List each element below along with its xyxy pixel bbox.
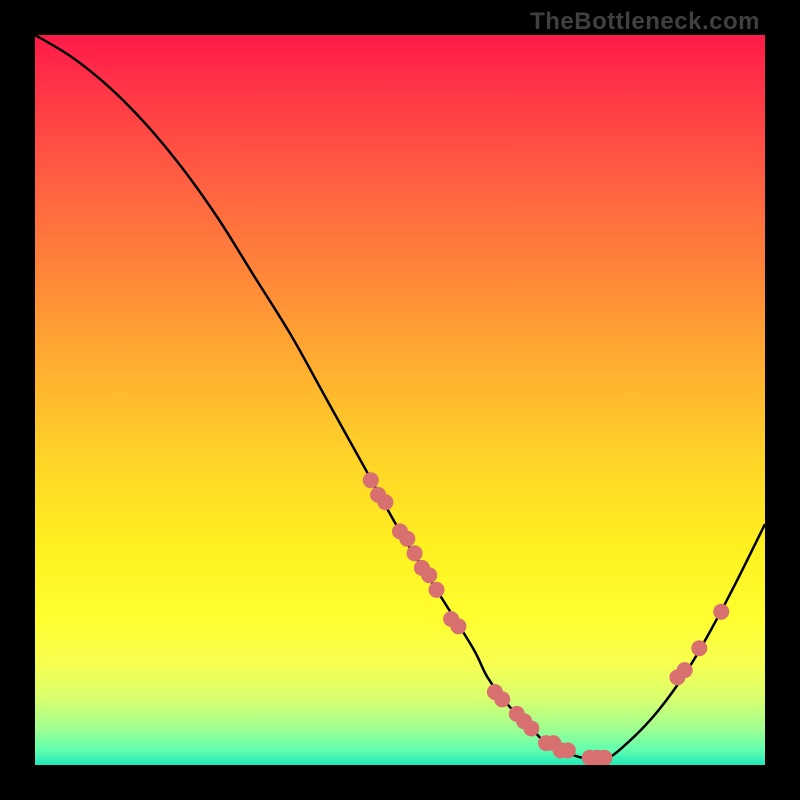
data-marker xyxy=(596,750,612,765)
curve-group xyxy=(35,35,765,759)
data-marker xyxy=(450,618,466,634)
data-marker xyxy=(691,640,707,656)
data-marker xyxy=(713,604,729,620)
plot-area xyxy=(35,35,765,765)
data-marker xyxy=(677,662,693,678)
data-marker xyxy=(494,691,510,707)
data-marker xyxy=(523,721,539,737)
watermark-text: TheBottleneck.com xyxy=(530,8,760,36)
bottleneck-curve-path xyxy=(35,35,765,759)
data-marker xyxy=(560,742,576,758)
chart-svg xyxy=(35,35,765,765)
data-marker xyxy=(377,494,393,510)
marker-group xyxy=(363,472,729,765)
data-marker xyxy=(363,472,379,488)
data-marker xyxy=(407,545,423,561)
data-marker xyxy=(399,531,415,547)
data-marker xyxy=(421,567,437,583)
chart-container: TheBottleneck.com xyxy=(0,0,800,800)
data-marker xyxy=(429,582,445,598)
